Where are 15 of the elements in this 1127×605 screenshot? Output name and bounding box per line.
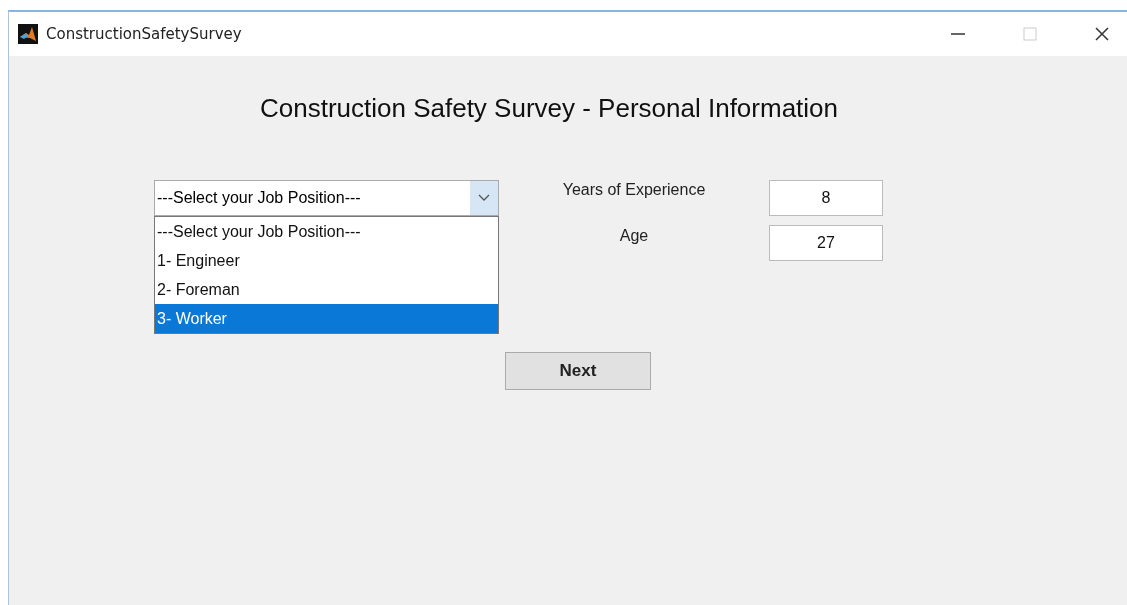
field-label: Years of Experience [562, 180, 706, 200]
page-heading: Construction Safety Survey - Personal Information [258, 92, 839, 125]
dropdown-option[interactable]: 2- Foreman [155, 275, 498, 304]
input-field[interactable]: 27 [769, 225, 883, 261]
close-icon[interactable] [1094, 26, 1110, 42]
app-icon [18, 24, 38, 44]
window-title: ConstructionSafetySurvey [46, 25, 242, 43]
field-label: Age [619, 226, 649, 246]
chevron-down-icon [478, 194, 490, 202]
dropdown-option[interactable]: 3- Worker [155, 304, 498, 333]
next-button[interactable]: Next [505, 352, 651, 390]
job-position-dropdown[interactable]: ---Select your Job Position--- [154, 180, 499, 216]
input-field[interactable]: 8 [769, 180, 883, 216]
dropdown-option[interactable]: ---Select your Job Position--- [155, 217, 498, 246]
dropdown-option[interactable]: 1- Engineer [155, 246, 498, 275]
